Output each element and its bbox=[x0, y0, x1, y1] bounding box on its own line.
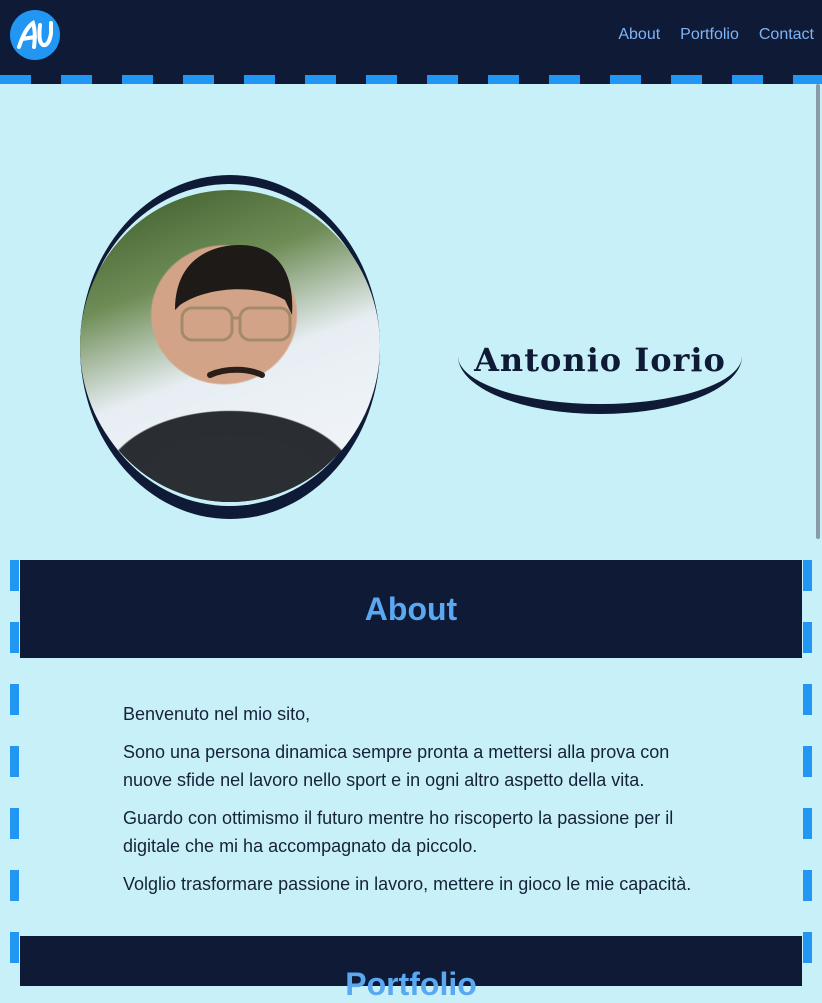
section-left-dashed-border bbox=[10, 560, 19, 986]
about-paragraph: Sono una persona dinamica sempre pronta … bbox=[123, 742, 670, 790]
section-right-dashed-border bbox=[803, 560, 812, 986]
portfolio-section-header: Portfolio bbox=[20, 936, 802, 1002]
portfolio-title: Portfolio bbox=[345, 966, 477, 1002]
nav-about-link[interactable]: About bbox=[618, 26, 660, 44]
nav-contact-link[interactable]: Contact bbox=[759, 26, 814, 44]
profile-photo bbox=[80, 190, 380, 502]
logo-icon[interactable] bbox=[10, 10, 60, 60]
header-dashed-border bbox=[0, 75, 822, 84]
about-section-header: About bbox=[20, 560, 802, 658]
about-text: Benvenuto nel mio sito, Sono una persona… bbox=[123, 700, 698, 908]
about-paragraph: Guardo con ottimismo il futuro mentre ho… bbox=[123, 808, 674, 856]
hero-name: Antonio Iorio bbox=[474, 341, 726, 380]
scrollbar-thumb[interactable] bbox=[816, 84, 820, 539]
about-title: About bbox=[364, 590, 458, 627]
about-paragraph: Benvenuto nel mio sito, bbox=[123, 704, 311, 724]
nav-portfolio-link[interactable]: Portfolio bbox=[680, 26, 739, 44]
site-header: About Portfolio Contact bbox=[0, 0, 822, 84]
main-nav: About Portfolio Contact bbox=[618, 26, 814, 44]
about-paragraph: Volglio trasformare passione in lavoro, … bbox=[123, 874, 692, 894]
